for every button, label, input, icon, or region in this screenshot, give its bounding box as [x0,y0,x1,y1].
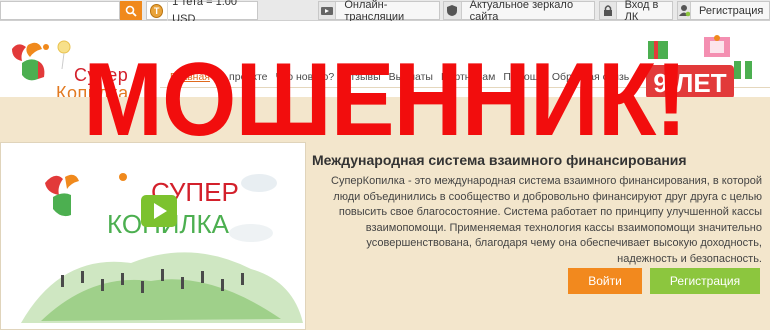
nav-item-reviews[interactable]: Отзывы [342,71,380,83]
mirror-site-link[interactable]: Актуальное зеркало сайта [443,0,595,23]
nav-item-help[interactable]: Помощь [503,71,544,83]
shield-icon [444,2,462,19]
nav-item-whats-new[interactable]: Что нового? [276,71,335,83]
online-broadcasts-link[interactable]: Онлайн-трансляции [318,0,440,23]
lock-icon [600,2,617,19]
site-header: Супер Копилка Главная О проекте Что ново… [0,21,770,103]
top-bar: T 1 тета = 1.00 USD Онлайн-трансляции Ак… [0,0,770,28]
register-link[interactable]: Регистрация [677,1,770,20]
register-button[interactable]: Регистрация [650,268,760,294]
search-icon [125,5,137,17]
search-button[interactable] [120,1,142,20]
login-label: Вход в ЛК [624,0,659,23]
search-input[interactable] [0,1,120,20]
mirror-site-label: Актуальное зеркало сайта [469,0,574,23]
play-video-button[interactable] [141,195,177,227]
intro-section: Международная система взаимного финансир… [312,152,762,268]
anniversary-text: 9 ЛЕТ [653,68,726,98]
nav-item-home[interactable]: Главная [170,71,210,83]
nav-item-about[interactable]: О проекте [218,71,268,83]
main-content: СУПЕР КОПИЛКА Международная система взаи… [0,97,770,330]
register-label: Регистрация [699,4,764,17]
intro-description: СуперКопилка - это международная система… [331,175,762,265]
coin-icon: T [150,3,164,18]
online-broadcasts-label: Онлайн-трансляции [344,0,405,23]
exchange-rate: T 1 тета = 1.00 USD [146,0,258,28]
broadcast-icon [319,2,337,19]
nav-item-payouts[interactable]: Выплаты [389,71,433,83]
promo-video[interactable]: СУПЕР КОПИЛКА [0,142,306,330]
nav-item-partners[interactable]: Партнерам [441,71,495,83]
login-button[interactable]: Войти [568,268,642,294]
promo-video-preview: СУПЕР КОПИЛКА [1,143,305,329]
login-link[interactable]: Вход в ЛК [599,0,673,23]
nav-item-feedback[interactable]: Обратная связь [552,71,629,83]
site-logo[interactable]: Супер Копилка [8,39,148,103]
intro-title: Международная система взаимного финансир… [312,152,687,168]
user-icon [678,2,691,19]
main-nav: Главная О проекте Что нового? Отзывы Вып… [170,71,629,83]
